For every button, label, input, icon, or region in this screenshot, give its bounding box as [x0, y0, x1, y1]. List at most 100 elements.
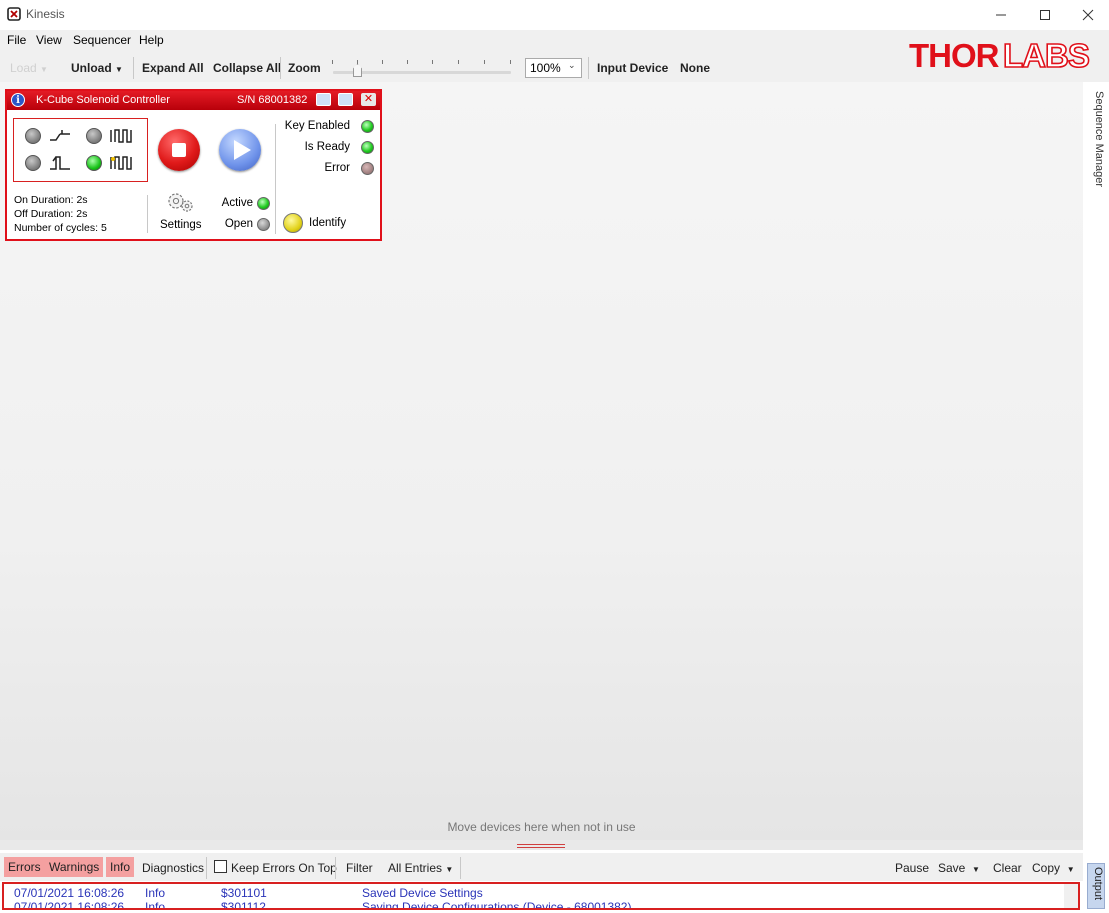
- log-code: $301101: [221, 886, 267, 900]
- log-row[interactable]: 07/01/2021 16:08:26 Info $301112 Saving …: [4, 899, 1078, 910]
- device-maximize-button[interactable]: [338, 93, 353, 106]
- expand-all-button[interactable]: Expand All: [142, 61, 204, 75]
- errors-filter-toggle[interactable]: Errors: [4, 857, 45, 877]
- device-panel: i K-Cube Solenoid Controller S/N 6800138…: [5, 89, 382, 241]
- active-led: [257, 197, 270, 210]
- zoom-tick: [484, 60, 485, 64]
- is-ready-label: Is Ready: [304, 141, 350, 153]
- device-name: K-Cube Solenoid Controller: [36, 94, 170, 106]
- right-panel-strip: [1083, 82, 1109, 840]
- svg-text:THOR: THOR: [909, 37, 1000, 74]
- kinesis-app-icon: [7, 7, 21, 21]
- log-row[interactable]: 07/01/2021 16:08:26 Info $301101 Saved D…: [4, 884, 1078, 900]
- load-button[interactable]: Load ▼: [10, 61, 48, 75]
- title-bar: [0, 0, 1109, 30]
- open-led: [257, 218, 270, 231]
- manual-mode-icon: [50, 130, 70, 141]
- key-enabled-led: [361, 120, 374, 133]
- operating-mode-group: [13, 118, 148, 182]
- toolbar-divider: [588, 57, 589, 79]
- identify-button[interactable]: [283, 213, 303, 233]
- splitter-grip: [517, 847, 565, 848]
- error-led: [361, 162, 374, 175]
- auto-mode-icon: [110, 156, 132, 170]
- log-toolbar-divider: [206, 857, 207, 879]
- mode-single-led[interactable]: [25, 155, 41, 171]
- chevron-down-icon: ▼: [972, 865, 980, 874]
- chevron-down-icon: ▼: [115, 65, 123, 74]
- menu-help[interactable]: Help: [139, 33, 164, 47]
- is-ready-led: [361, 141, 374, 154]
- single-mode-icon: [50, 156, 70, 170]
- panel-splitter[interactable]: [0, 840, 1083, 850]
- zoom-tick: [458, 60, 459, 64]
- triggered-mode-icon: [110, 129, 132, 143]
- zoom-tick: [382, 60, 383, 64]
- diagnostics-toggle[interactable]: Diagnostics: [142, 861, 204, 875]
- log-level: Info: [145, 886, 166, 900]
- identify-label[interactable]: Identify: [309, 217, 346, 229]
- save-label: Save: [938, 861, 966, 875]
- divider: [147, 195, 148, 233]
- load-label: Load: [10, 61, 37, 75]
- device-minimize-button[interactable]: [316, 93, 331, 106]
- sequence-manager-tab[interactable]: Sequence Manager: [1087, 91, 1105, 191]
- mode-auto-led[interactable]: [86, 155, 102, 171]
- device-serial: S/N 68001382: [237, 94, 308, 106]
- log-message: Saving Device Configurations (Device - 6…: [362, 900, 632, 910]
- chevron-down-icon: ⌄: [568, 60, 576, 70]
- zoom-tick: [407, 60, 408, 64]
- clear-button[interactable]: Clear: [993, 861, 1022, 875]
- log-code: $301112: [221, 900, 266, 910]
- log-time: 07/01/2021 16:08:26: [14, 886, 125, 900]
- keep-errors-on-top-label[interactable]: Keep Errors On Top: [231, 861, 337, 875]
- warnings-filter-toggle[interactable]: Warnings: [45, 857, 104, 877]
- open-label: Open: [224, 218, 253, 230]
- info-icon[interactable]: i: [11, 93, 25, 107]
- error-label: Error: [324, 162, 350, 174]
- device-close-button[interactable]: ✕: [361, 93, 376, 106]
- filter-value: All Entries: [388, 861, 443, 875]
- play-button[interactable]: [219, 129, 261, 171]
- maximize-button[interactable]: [1023, 0, 1067, 30]
- keep-errors-on-top-checkbox[interactable]: [214, 860, 227, 873]
- unload-label: Unload: [71, 61, 112, 75]
- log-message: Saved Device Settings: [362, 886, 483, 900]
- divider: [275, 124, 276, 234]
- log-toolbar-divider: [335, 857, 336, 879]
- log-toolbar-divider: [460, 857, 461, 879]
- device-header: i K-Cube Solenoid Controller S/N 6800138…: [7, 91, 380, 110]
- maximize-icon: [1040, 10, 1050, 20]
- splitter-grip: [517, 844, 565, 845]
- chevron-down-icon: ▼: [40, 65, 48, 74]
- mode-triggered-led[interactable]: [86, 128, 102, 144]
- menu-sequencer[interactable]: Sequencer: [73, 33, 131, 47]
- output-tab[interactable]: Output: [1087, 863, 1105, 909]
- key-enabled-label: Key Enabled: [284, 120, 350, 132]
- log-time: 07/01/2021 16:08:26: [14, 900, 125, 910]
- pause-button[interactable]: Pause: [895, 861, 929, 875]
- close-icon: [1082, 9, 1094, 21]
- log-scrollbar[interactable]: [1064, 884, 1078, 908]
- close-window-button[interactable]: [1066, 0, 1109, 30]
- zoom-tick: [357, 60, 358, 64]
- copy-button[interactable]: Copy ▼: [1032, 861, 1075, 875]
- window-title: Kinesis: [26, 7, 65, 21]
- thorlabs-logo: THOR LABS: [909, 36, 1091, 75]
- menu-view[interactable]: View: [36, 33, 62, 47]
- zoom-tick: [510, 60, 511, 64]
- copy-label: Copy: [1032, 861, 1061, 875]
- menu-file[interactable]: File: [7, 33, 26, 47]
- info-filter-toggle[interactable]: Info: [106, 857, 135, 877]
- unload-button[interactable]: Unload ▼: [71, 61, 123, 75]
- zoom-tick: [332, 60, 333, 64]
- minimize-button[interactable]: [979, 0, 1023, 30]
- input-device-select[interactable]: None: [680, 61, 710, 75]
- filter-select[interactable]: All Entries ▼: [388, 861, 453, 875]
- stop-icon: [172, 143, 186, 157]
- stop-button[interactable]: [158, 129, 200, 171]
- chevron-down-icon: ▼: [1066, 865, 1075, 874]
- mode-manual-led[interactable]: [25, 128, 41, 144]
- save-button[interactable]: Save ▼: [938, 861, 980, 875]
- collapse-all-button[interactable]: Collapse All: [213, 61, 281, 75]
